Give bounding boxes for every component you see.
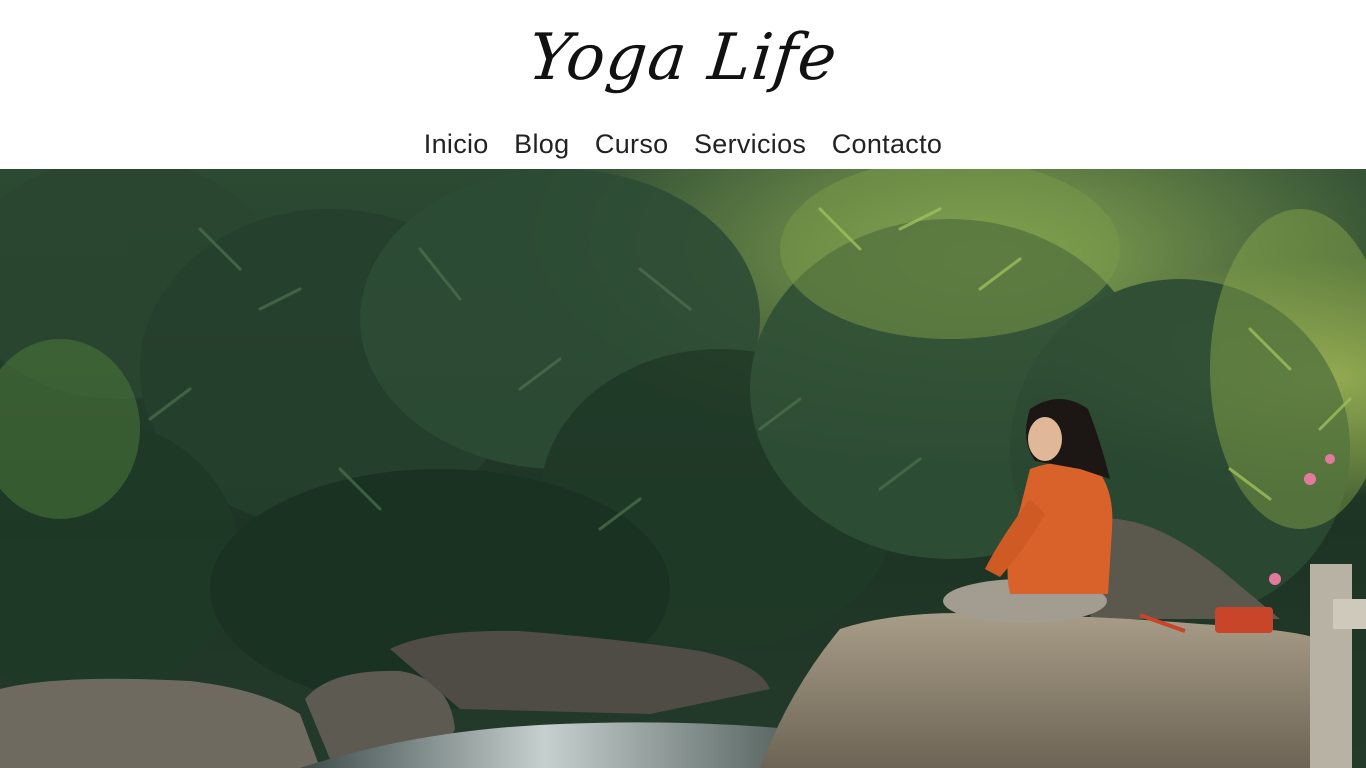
nav-item-servicios[interactable]: Servicios bbox=[694, 124, 806, 164]
hero-illustration bbox=[0, 169, 1366, 768]
meditation-rock bbox=[760, 613, 1330, 768]
nav-item-curso[interactable]: Curso bbox=[595, 124, 669, 164]
main-nav: Inicio Blog Curso Servicios Contacto bbox=[0, 124, 1366, 164]
hero-image bbox=[0, 169, 1366, 768]
red-bag bbox=[1215, 607, 1273, 633]
site-header: Yoga Life Inicio Blog Curso Servicios Co… bbox=[0, 0, 1366, 169]
railing-rail bbox=[1333, 599, 1366, 629]
nav-item-inicio[interactable]: Inicio bbox=[424, 124, 489, 164]
nav-item-blog[interactable]: Blog bbox=[514, 124, 569, 164]
site-logo[interactable]: Yoga Life bbox=[0, 14, 1366, 102]
nav-item-contacto[interactable]: Contacto bbox=[832, 124, 942, 164]
railing-post bbox=[1310, 564, 1352, 768]
